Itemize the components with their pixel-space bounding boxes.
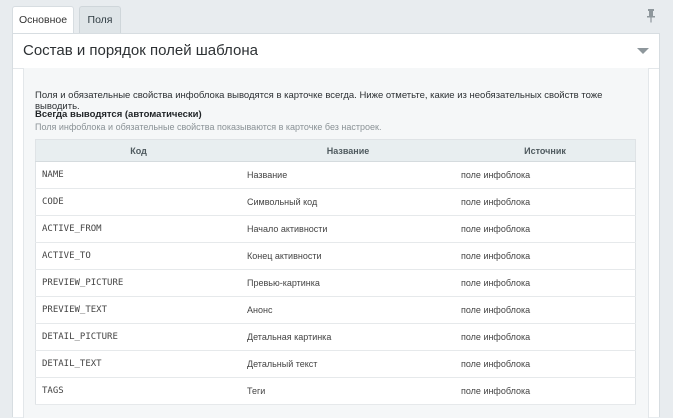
cell-code: DETAIL_TEXT — [35, 350, 241, 378]
cell-source: поле инфоблока — [455, 242, 636, 270]
cell-name: Конец активности — [241, 242, 455, 270]
cell-code: PREVIEW_TEXT — [35, 296, 241, 324]
section-note: Поля инфоблока и обязательные свойства п… — [35, 122, 382, 132]
cell-name: Символьный код — [241, 188, 455, 216]
cell-name: Детальный текст — [241, 350, 455, 378]
table-row: ACTIVE_TO Конец активности поле инфоблок… — [35, 242, 636, 270]
panel-header[interactable]: Состав и порядок полей шаблона — [13, 34, 659, 69]
table-row: CODE Символьный код поле инфоблока — [35, 188, 636, 216]
section-title: Всегда выводятся (автоматически) — [35, 109, 202, 120]
cell-code: TAGS — [35, 377, 241, 405]
cell-source: поле инфоблока — [455, 161, 636, 189]
cell-name: Анонс — [241, 296, 455, 324]
panel-title: Состав и порядок полей шаблона — [23, 42, 258, 59]
cell-source: поле инфоблока — [455, 188, 636, 216]
tab-main[interactable]: Основное — [12, 6, 74, 33]
cell-code: NAME — [35, 161, 241, 189]
table-row: DETAIL_PICTURE Детальная картинка поле и… — [35, 323, 636, 351]
cell-source: поле инфоблока — [455, 377, 636, 405]
cell-source: поле инфоблока — [455, 323, 636, 351]
table-row: NAME Название поле инфоблока — [35, 161, 636, 189]
panel-body: Поля и обязательные свойства инфоблока в… — [23, 68, 649, 418]
cell-code: PREVIEW_PICTURE — [35, 269, 241, 297]
cell-name: Название — [241, 161, 455, 189]
fields-table: Код Название Источник NAME Название поле… — [35, 139, 636, 405]
cell-name: Начало активности — [241, 215, 455, 243]
table-row: ACTIVE_FROM Начало активности поле инфоб… — [35, 215, 636, 243]
cell-source: поле инфоблока — [455, 296, 636, 324]
table-row: DETAIL_TEXT Детальный текст поле инфобло… — [35, 350, 636, 378]
template-fields-panel: Состав и порядок полей шаблона Поля и об… — [12, 33, 660, 418]
table-header-row: Код Название Источник — [35, 139, 636, 162]
column-header-source: Источник — [455, 139, 636, 162]
cell-code: CODE — [35, 188, 241, 216]
column-header-code: Код — [35, 139, 241, 162]
collapse-arrow-icon[interactable] — [637, 48, 649, 54]
cell-name: Теги — [241, 377, 455, 405]
cell-code: ACTIVE_FROM — [35, 215, 241, 243]
cell-source: поле инфоблока — [455, 350, 636, 378]
pin-icon[interactable] — [645, 9, 657, 23]
cell-code: DETAIL_PICTURE — [35, 323, 241, 351]
tab-bar: Основное Поля — [0, 0, 673, 33]
table-row: TAGS Теги поле инфоблока — [35, 377, 636, 405]
cell-code: ACTIVE_TO — [35, 242, 241, 270]
cell-name: Детальная картинка — [241, 323, 455, 351]
column-header-name: Название — [241, 139, 455, 162]
cell-name: Превью-картинка — [241, 269, 455, 297]
cell-source: поле инфоблока — [455, 269, 636, 297]
cell-source: поле инфоблока — [455, 215, 636, 243]
table-row: PREVIEW_TEXT Анонс поле инфоблока — [35, 296, 636, 324]
tab-fields[interactable]: Поля — [79, 6, 121, 33]
table-row: PREVIEW_PICTURE Превью-картинка поле инф… — [35, 269, 636, 297]
